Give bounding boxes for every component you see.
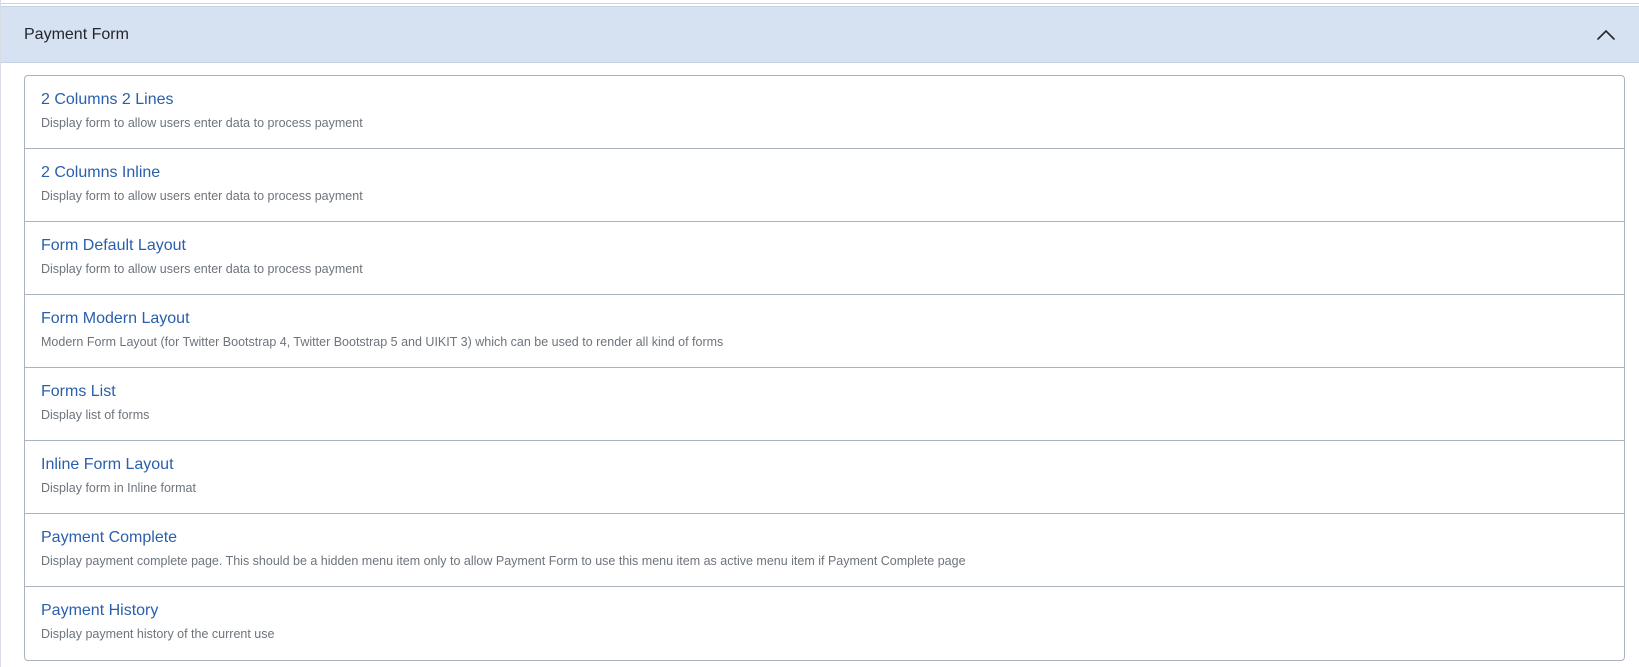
accordion-header-payment-form[interactable]: Payment Form (1, 6, 1639, 63)
item-title-link[interactable]: Form Modern Layout (41, 309, 190, 329)
list-item[interactable]: Inline Form Layout Display form in Inlin… (25, 441, 1624, 514)
list-item[interactable]: Payment Complete Display payment complet… (25, 514, 1624, 587)
item-title-link[interactable]: 2 Columns Inline (41, 163, 160, 183)
list-item[interactable]: Payment History Display payment history … (25, 587, 1624, 660)
item-description: Modern Form Layout (for Twitter Bootstra… (41, 335, 724, 349)
list-item[interactable]: Form Modern Layout Modern Form Layout (f… (25, 295, 1624, 368)
item-description: Display form to allow users enter data t… (41, 262, 363, 276)
item-description: Display form in Inline format (41, 481, 196, 495)
list-item[interactable]: 2 Columns 2 Lines Display form to allow … (25, 76, 1624, 149)
item-title-link[interactable]: Payment Complete (41, 528, 177, 548)
item-title-link[interactable]: Payment History (41, 601, 158, 621)
top-divider (0, 0, 1639, 4)
item-description: Display payment complete page. This shou… (41, 554, 966, 568)
item-title-link[interactable]: Form Default Layout (41, 236, 186, 256)
menu-item-type-list: 2 Columns 2 Lines Display form to allow … (24, 75, 1625, 661)
item-description: Display form to allow users enter data t… (41, 116, 363, 130)
item-title-link[interactable]: Forms List (41, 382, 116, 402)
list-item[interactable]: 2 Columns Inline Display form to allow u… (25, 149, 1624, 222)
item-title-link[interactable]: Inline Form Layout (41, 455, 174, 475)
list-item[interactable]: Forms List Display list of forms (25, 368, 1624, 441)
list-item[interactable]: Form Default Layout Display form to allo… (25, 222, 1624, 295)
chevron-up-icon[interactable] (1595, 24, 1617, 46)
item-title-link[interactable]: 2 Columns 2 Lines (41, 90, 174, 110)
item-description: Display list of forms (41, 408, 150, 422)
page: Payment Form 2 Columns 2 Lines Display f… (0, 0, 1639, 667)
item-description: Display form to allow users enter data t… (41, 189, 363, 203)
item-description: Display payment history of the current u… (41, 627, 275, 641)
left-divider (0, 0, 1, 667)
accordion-title: Payment Form (24, 25, 129, 43)
